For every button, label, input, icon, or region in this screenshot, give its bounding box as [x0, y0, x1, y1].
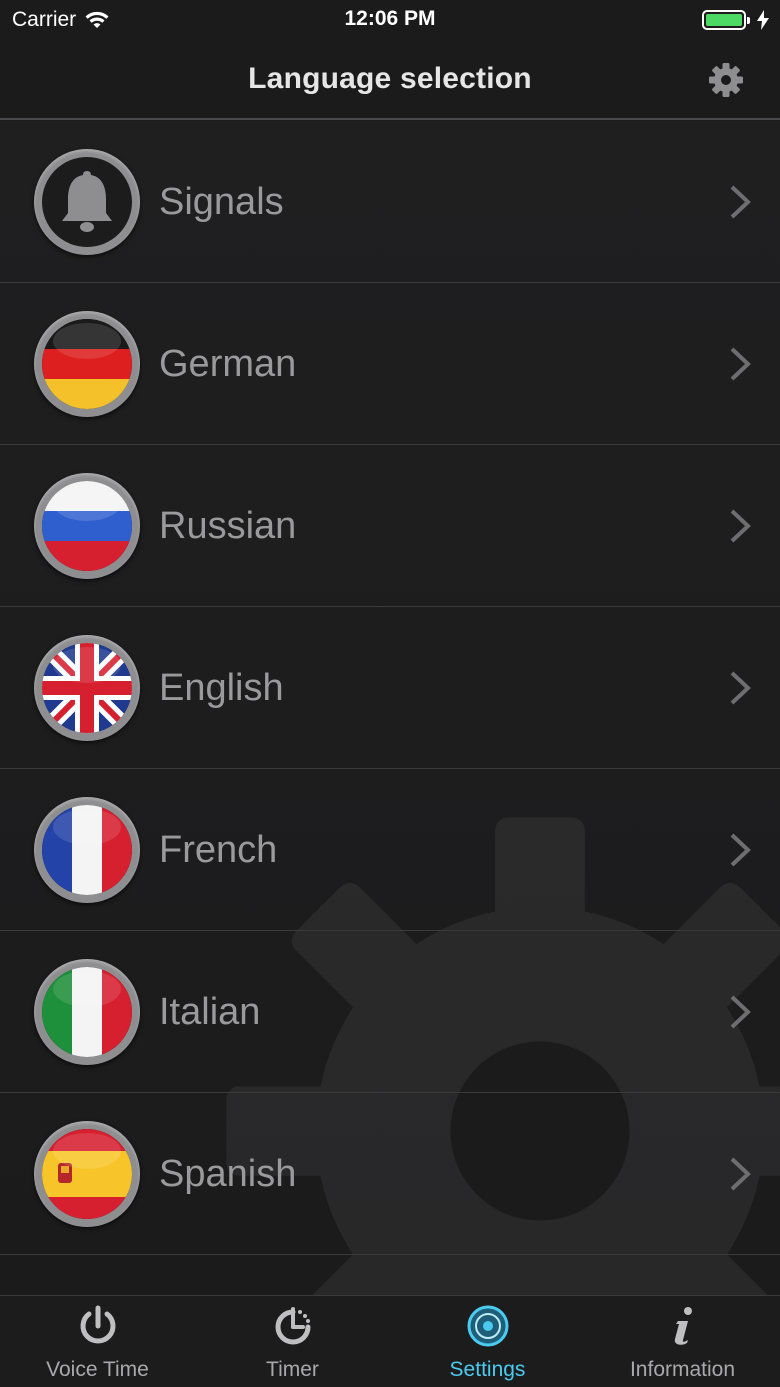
battery-icon	[702, 10, 750, 30]
list-item-signals[interactable]: Signals	[0, 121, 780, 283]
row-label: German	[159, 343, 297, 385]
status-time: 12:06 PM	[344, 7, 436, 30]
row-label: Russian	[159, 505, 297, 547]
power-icon	[80, 1305, 115, 1344]
tab-information[interactable]: Information	[585, 1296, 780, 1387]
language-list: Signals German Russian English French It…	[0, 121, 780, 1295]
row-label: French	[159, 829, 278, 871]
flag-italy-icon	[34, 959, 140, 1065]
chevron-right-icon	[730, 671, 751, 705]
flag-spain-icon	[34, 1121, 140, 1227]
tab-label: Timer	[266, 1358, 319, 1381]
page-title: Language selection	[248, 62, 532, 95]
list-item-german[interactable]: German	[0, 283, 780, 445]
flag-russia-icon	[34, 473, 140, 579]
tab-settings[interactable]: Settings	[390, 1296, 585, 1387]
tab-timer[interactable]: Timer	[195, 1296, 390, 1387]
tab-label: Information	[629, 1358, 736, 1381]
timer-icon	[275, 1307, 310, 1345]
info-icon	[674, 1307, 692, 1345]
chevron-right-icon	[730, 509, 751, 543]
flag-france-icon	[34, 797, 140, 903]
flag-uk-icon	[34, 635, 140, 741]
list-item-english[interactable]: English	[0, 607, 780, 769]
tab-label: Voice Time	[46, 1358, 149, 1381]
list-item-italian[interactable]: Italian	[0, 931, 780, 1093]
status-bar: Carrier 12:06 PM	[0, 0, 780, 40]
list-item-russian[interactable]: Russian	[0, 445, 780, 607]
tab-bar: Voice Time Timer Settings Information	[0, 1295, 780, 1387]
tab-voice-time[interactable]: Voice Time	[0, 1296, 195, 1387]
list-item-spanish[interactable]: Spanish	[0, 1093, 780, 1255]
navigation-bar: Language selection	[0, 40, 780, 120]
tab-label: Settings	[449, 1358, 526, 1381]
flag-germany-icon	[34, 311, 140, 417]
chevron-right-icon	[730, 995, 751, 1029]
list-item-french[interactable]: French	[0, 769, 780, 931]
settings-ring-icon	[467, 1305, 508, 1347]
chevron-right-icon	[730, 185, 751, 219]
row-label: Italian	[159, 991, 261, 1033]
chevron-right-icon	[730, 1157, 751, 1191]
bell-icon	[34, 149, 140, 255]
row-label: Spanish	[159, 1153, 297, 1195]
row-label: English	[159, 667, 284, 709]
chevron-right-icon	[730, 347, 751, 381]
row-label: Signals	[159, 181, 284, 223]
gear-icon[interactable]	[708, 62, 744, 98]
chevron-right-icon	[730, 833, 751, 867]
